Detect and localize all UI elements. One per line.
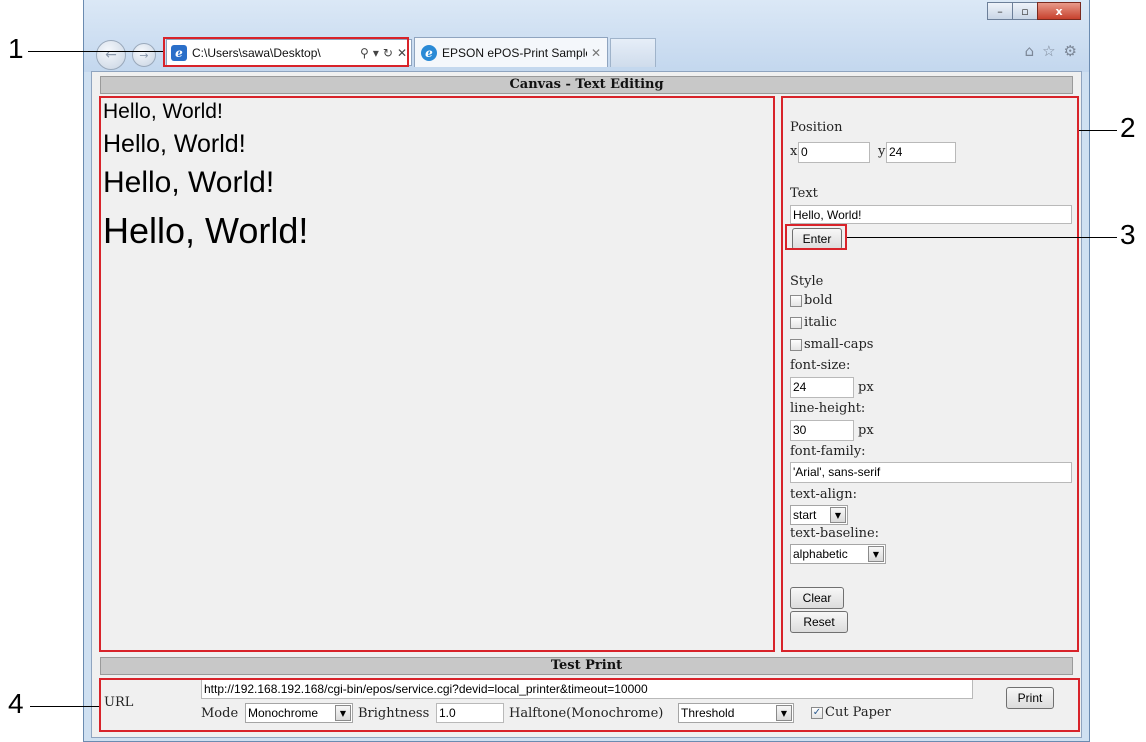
line-height-label: line-height: xyxy=(790,401,866,416)
italic-label: italic xyxy=(804,315,837,330)
brightness-input[interactable]: 1.0 xyxy=(436,703,504,723)
back-arrow-icon: ← xyxy=(105,47,117,63)
smallcaps-label: small-caps xyxy=(804,337,874,352)
chevron-down-icon[interactable]: ▼ xyxy=(830,507,846,523)
text-baseline-select[interactable]: alphabetic ▼ xyxy=(790,544,886,564)
style-label: Style xyxy=(790,274,824,289)
address-text[interactable]: C:\Users\sawa\Desktop\ xyxy=(192,46,356,60)
refresh-icon[interactable]: ↻ xyxy=(383,46,393,60)
page-content: Canvas - Text Editing Hello, World! Hell… xyxy=(91,71,1082,738)
font-size-input[interactable]: 24 xyxy=(790,377,854,398)
line-height-input[interactable]: 30 xyxy=(790,420,854,441)
mode-value: Monochrome xyxy=(248,706,319,720)
browser-toolbar-icons: ⌂ ☆ ⚙ xyxy=(1025,42,1077,60)
chevron-down-icon[interactable]: ▼ xyxy=(776,705,792,721)
callout-number-4: 4 xyxy=(8,688,24,719)
favorites-star-icon[interactable]: ☆ xyxy=(1042,42,1055,60)
callout-line-2 xyxy=(1079,130,1117,131)
preview-line-4: Hello, World! xyxy=(103,210,309,251)
stop-icon[interactable]: ✕ xyxy=(397,46,407,60)
mode-select[interactable]: Monochrome ▼ xyxy=(245,703,353,723)
text-label: Text xyxy=(790,186,818,201)
callout-line-4 xyxy=(30,706,99,707)
browser-window: – ▫ x ← → e C:\Users\sawa\Desktop\ ⚲ ▾ ↻… xyxy=(83,0,1090,742)
font-family-label: font-family: xyxy=(790,444,866,459)
halftone-label: Halftone(Monochrome) xyxy=(509,706,664,721)
ie-page-icon: e xyxy=(171,44,187,61)
url-label: URL xyxy=(104,695,134,710)
cut-paper-label: Cut Paper xyxy=(825,705,891,720)
chevron-down-icon[interactable]: ▼ xyxy=(868,546,884,562)
ie-tab-icon: e xyxy=(421,44,437,61)
smallcaps-checkbox-row[interactable]: small-caps xyxy=(790,337,873,352)
preview-line-2: Hello, World! xyxy=(103,130,246,158)
preview-line-3: Hello, World! xyxy=(103,166,275,199)
font-family-input[interactable]: 'Arial', sans-serif xyxy=(790,462,1072,483)
canvas-preview[interactable]: Hello, World! Hello, World! Hello, World… xyxy=(100,96,778,650)
bold-checkbox[interactable] xyxy=(790,294,802,307)
text-settings-panel: Position x 0 y 24 Text Hello, World! Ent… xyxy=(782,96,1074,650)
brightness-label: Brightness xyxy=(358,706,430,721)
window-controls: – ▫ x xyxy=(987,2,1081,20)
print-button[interactable]: Print xyxy=(1006,687,1054,709)
line-height-unit: px xyxy=(858,423,874,438)
x-label: x xyxy=(790,144,798,159)
test-print-section-header: Test Print xyxy=(100,657,1073,675)
back-button[interactable]: ← xyxy=(96,40,126,70)
search-icon[interactable]: ⚲ xyxy=(360,46,369,60)
forward-button[interactable]: → xyxy=(132,43,156,67)
minimize-button[interactable]: – xyxy=(987,2,1013,20)
test-print-panel: URL http://192.168.192.168/cgi-bin/epos/… xyxy=(100,675,1073,732)
chevron-down-icon[interactable]: ▾ xyxy=(373,46,379,60)
text-align-label: text-align: xyxy=(790,487,858,502)
clear-button[interactable]: Clear xyxy=(790,587,844,609)
reset-button[interactable]: Reset xyxy=(790,611,848,633)
home-icon[interactable]: ⌂ xyxy=(1025,42,1035,60)
address-tools: ⚲ ▾ ↻ ✕ xyxy=(360,46,407,60)
halftone-select[interactable]: Threshold ▼ xyxy=(678,703,794,723)
font-size-unit: px xyxy=(858,380,874,395)
new-tab-button[interactable] xyxy=(610,38,656,67)
url-input[interactable]: http://192.168.192.168/cgi-bin/epos/serv… xyxy=(201,679,973,699)
chevron-down-icon[interactable]: ▼ xyxy=(335,705,351,721)
callout-number-3: 3 xyxy=(1120,219,1136,250)
italic-checkbox-row[interactable]: italic xyxy=(790,315,837,330)
callout-number-2: 2 xyxy=(1120,112,1136,143)
y-label: y xyxy=(878,144,886,159)
callout-line-1 xyxy=(28,51,163,52)
browser-tab[interactable]: e EPSON ePOS-Print Sample ... ✕ xyxy=(414,37,608,67)
title-bar: – ▫ x ← → e C:\Users\sawa\Desktop\ ⚲ ▾ ↻… xyxy=(84,0,1089,72)
close-window-button[interactable]: x xyxy=(1037,2,1081,20)
maximize-button[interactable]: ▫ xyxy=(1012,2,1038,20)
text-baseline-label: text-baseline: xyxy=(790,526,880,541)
close-tab-icon[interactable]: ✕ xyxy=(591,46,601,60)
text-baseline-value: alphabetic xyxy=(793,547,848,561)
halftone-value: Threshold xyxy=(681,706,735,720)
text-align-value: start xyxy=(793,508,817,522)
enter-button[interactable]: Enter xyxy=(792,228,842,250)
cut-paper-checkbox[interactable]: ✓ xyxy=(811,706,823,719)
position-y-input[interactable]: 24 xyxy=(886,142,956,163)
address-bar[interactable]: e C:\Users\sawa\Desktop\ ⚲ ▾ ↻ ✕ xyxy=(166,39,412,66)
text-align-select[interactable]: start ▼ xyxy=(790,505,848,525)
callout-line-3 xyxy=(847,237,1117,238)
mode-label: Mode xyxy=(201,706,239,721)
bold-label: bold xyxy=(804,293,833,308)
canvas-section-header: Canvas - Text Editing xyxy=(100,76,1073,94)
font-size-label: font-size: xyxy=(790,358,851,373)
text-input[interactable]: Hello, World! xyxy=(790,205,1072,224)
gear-icon[interactable]: ⚙ xyxy=(1064,42,1077,60)
position-x-input[interactable]: 0 xyxy=(798,142,870,163)
callout-number-1: 1 xyxy=(8,33,24,64)
preview-line-1: Hello, World! xyxy=(103,100,223,123)
smallcaps-checkbox[interactable] xyxy=(790,338,802,351)
tab-title: EPSON ePOS-Print Sample ... xyxy=(442,45,587,60)
italic-checkbox[interactable] xyxy=(790,316,802,329)
bold-checkbox-row[interactable]: bold xyxy=(790,293,833,308)
position-label: Position xyxy=(790,120,843,135)
cut-paper-row[interactable]: ✓ Cut Paper xyxy=(811,705,891,720)
